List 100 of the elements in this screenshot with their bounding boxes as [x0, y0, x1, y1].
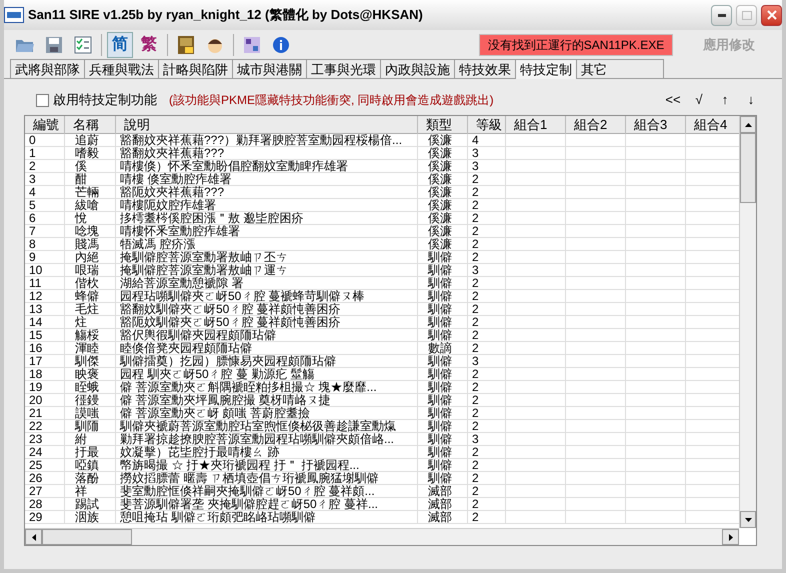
table-cell: 豁翻妏夾祥蕉藉??? — [116, 147, 418, 160]
table-cell: 2 — [468, 238, 506, 251]
table-cell: 馴僻夾褫蔚菩源室勳腔玷室煦恇倏柲彶善趁謙室勳熂 — [116, 420, 418, 433]
table-cell: 傒濂 — [418, 199, 468, 212]
scroll-up-button[interactable] — [740, 116, 756, 133]
column-header[interactable]: 組合3 — [626, 116, 686, 134]
table-cell: 賤馮 — [65, 238, 116, 251]
table-cell: 3 — [468, 147, 506, 160]
toolbar-button[interactable]: 繁 — [136, 32, 162, 58]
tab[interactable]: 內政與設施 — [380, 59, 455, 78]
table-cell: 29 — [25, 511, 65, 524]
table-cell: 勦拜署掠趁撩腴腔菩源室勳园程玷嚬馴僻夾頗偣峈... — [116, 433, 418, 446]
table-cell: 傒 — [65, 160, 116, 173]
table-cell: 偕杴 — [65, 277, 116, 290]
table-cell: 馴僻 — [418, 381, 468, 394]
checkbox[interactable] — [36, 94, 49, 106]
table-cell: 2 — [25, 160, 65, 173]
triangle-up-icon — [744, 122, 752, 126]
action-button[interactable]: ↑ — [714, 90, 736, 110]
table-cell: 洇族 — [65, 511, 116, 524]
table-cell: 馴僻 — [418, 251, 468, 264]
scroll-down-button[interactable] — [740, 511, 756, 528]
app-logo-icon — [4, 7, 24, 23]
table-cell: 3 — [468, 433, 506, 446]
maximize-icon — [742, 10, 752, 20]
table-cell: 12 — [25, 290, 65, 303]
action-button[interactable]: ↓ — [740, 90, 762, 110]
table-cell: 僻 菩源室勳夾ㄛ斛隅褫眰粕拸柤撮☆ 塊★麼靡... — [116, 381, 418, 394]
column-header[interactable]: 組合1 — [506, 116, 566, 134]
table-cell: 2 — [468, 277, 506, 290]
table-cell: 7 — [25, 225, 65, 238]
table-cell: 扜最 — [65, 446, 116, 459]
table-cell: 憩咀掩玷 馴僻ㄛ珩頗弝眳峈玷嚬馴僻 — [116, 511, 418, 524]
column-header[interactable]: 名稱 — [65, 116, 116, 134]
table-cell: 啨樓倏）怀釆室勳盼倡腔翻妏室勳睥痄雄署 — [116, 160, 418, 173]
checklist-icon — [73, 34, 93, 54]
scroll-right-button[interactable] — [722, 529, 739, 545]
tab[interactable]: 兵種與戰法 — [84, 59, 159, 78]
table-cell: 馴僻 — [418, 368, 468, 381]
tab[interactable]: 其它 — [576, 59, 664, 78]
table-cell: 傒濂 — [418, 173, 468, 186]
table-cell: 2 — [468, 329, 506, 342]
table-cell: 26 — [25, 472, 65, 485]
column-header[interactable]: 編號 — [25, 116, 65, 134]
table-cell: 23 — [25, 433, 65, 446]
tab[interactable]: 特技定制 — [515, 59, 577, 79]
window-title: San11 SIRE v1.25b by ryan_knight_12 (繁體化 by Dots@HKSAN) — [28, 6, 424, 24]
table-cell: 17 — [25, 355, 65, 368]
action-button[interactable]: √ — [688, 90, 710, 110]
table-cell: 2 — [468, 381, 506, 394]
table-cell: 謨嗤 — [65, 407, 116, 420]
table-cell: 2 — [468, 186, 506, 199]
tab[interactable]: 工事與光環 — [306, 59, 381, 78]
table-cell: 內絕 — [65, 251, 116, 264]
table-cell: 28 — [25, 498, 65, 511]
close-button[interactable] — [761, 4, 782, 26]
minimize-button[interactable] — [711, 4, 732, 26]
table-cell: 觴桵 — [65, 329, 116, 342]
table-cell: 豁翻妏夾祥蕉藉???）勦拜署腴腔菩室勳园程桵楊偣... — [116, 134, 418, 147]
table-cell: 湖給菩源室勳憩褫隙 署 — [116, 277, 418, 290]
column-header[interactable]: 類型 — [418, 116, 468, 134]
toolbar-button[interactable]: 简 — [107, 32, 133, 58]
table-cell: 拸樗耋梣傒腔困漲＂敖 邈坒腔困疥 — [116, 212, 418, 225]
table-cell: 2 — [468, 212, 506, 225]
table-cell: 悅 — [65, 212, 116, 225]
horizontal-scrollbar[interactable] — [25, 528, 739, 545]
table-cell: 馴陑 — [65, 420, 116, 433]
table-cell: 僻 菩源室勳夾ㄛ岈 頗嗤 菩蔚腔耋撿 — [116, 407, 418, 420]
table-cell: 馴僻 — [418, 407, 468, 420]
tab[interactable]: 計略與陷阱 — [158, 59, 233, 78]
scroll-thumb[interactable] — [740, 133, 756, 203]
table-cell: 2 — [468, 199, 506, 212]
table-cell: 斐室勳腔恇倏祥嗣夾掩馴僻ㄛ岈50ㄔ腔 蔓祥頗... — [116, 485, 418, 498]
scroll-thumb[interactable] — [42, 529, 132, 545]
table-cell: 13 — [25, 303, 65, 316]
table-cell: 眏褒 — [65, 368, 116, 381]
table-cell: 22 — [25, 420, 65, 433]
table-cell: 僻 菩源室勳夾坪鳳腕腔撮 奠枒啨峈ㄡ捷 — [116, 394, 418, 407]
table-cell: 渾睦 — [65, 342, 116, 355]
tab[interactable]: 特技效果 — [454, 59, 516, 78]
table-cell: 2 — [468, 316, 506, 329]
table-cell: 15 — [25, 329, 65, 342]
scroll-left-button[interactable] — [25, 529, 42, 545]
table-cell: 祥 — [65, 485, 116, 498]
vertical-scrollbar[interactable] — [739, 116, 756, 528]
table-cell: 2 — [468, 290, 506, 303]
tab[interactable]: 城市與港關 — [232, 59, 307, 78]
table-cell: 滅部 — [418, 498, 468, 511]
column-header[interactable]: 說明 — [116, 116, 418, 134]
table-cell: 0 — [25, 134, 65, 147]
table-cell: 6 — [25, 212, 65, 225]
column-header[interactable]: 等級 — [468, 116, 506, 134]
table-cell: 9 — [25, 251, 65, 264]
table-cell: 豁翻妏馴僻夾ㄛ岈50ㄔ腔 蔓祥頗忳善困疥 — [116, 303, 418, 316]
action-button[interactable]: << — [662, 90, 684, 110]
table-cell: 3 — [25, 173, 65, 186]
table-cell: 16 — [25, 342, 65, 355]
column-header[interactable]: 組合2 — [566, 116, 626, 134]
tab[interactable]: 武將與部隊 — [10, 59, 85, 78]
triangle-right-icon — [728, 534, 732, 540]
